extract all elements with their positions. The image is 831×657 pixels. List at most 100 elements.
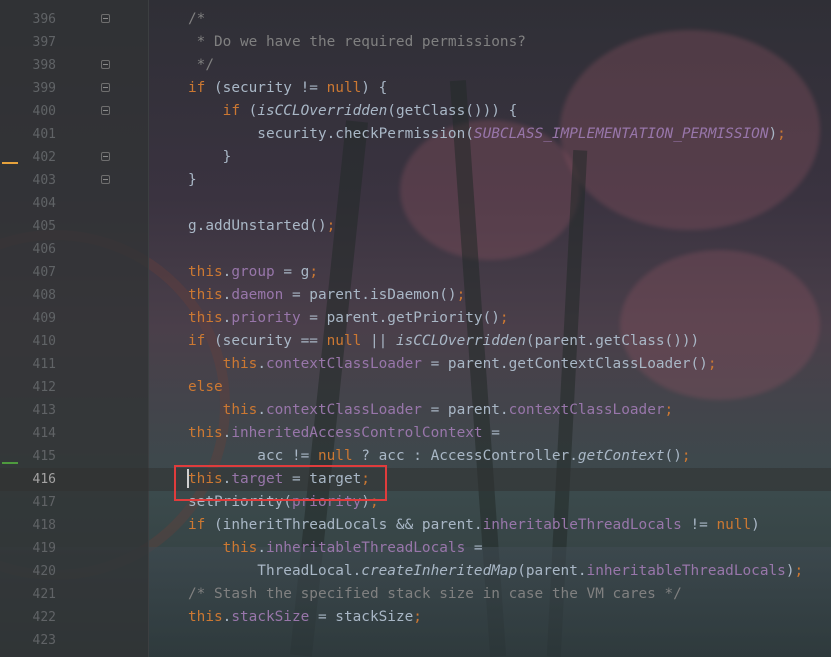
fold-toggle-icon[interactable] [101,152,110,161]
code-token: = parent.isDaemon() [283,287,457,303]
line-number[interactable]: 421 [0,583,56,606]
line-number[interactable]: 414 [0,422,56,445]
code-text[interactable]: this.stackSize = stackSize; [188,606,422,629]
fold-toggle-icon[interactable] [101,83,110,92]
code-text[interactable]: security.checkPermission(SUBCLASS_IMPLEM… [188,123,786,146]
code-token: getContext [577,448,665,464]
code-line[interactable]: 401 security.checkPermission(SUBCLASS_IM… [0,123,831,146]
code-line[interactable]: 421 /* Stash the specified stack size in … [0,583,831,606]
code-text[interactable]: /* [188,8,205,31]
code-token: inheritableThreadLocals [586,563,786,579]
code-token: /* [188,11,206,27]
code-text[interactable]: this.contextClassLoader = parent.context… [188,399,674,422]
code-token: SUBCLASS_IMPLEMENTATION_PERMISSION [473,126,769,142]
code-text[interactable]: * Do we have the required permissions? [188,31,526,54]
code-token: * Do we have the required permissions? [188,34,526,50]
code-line[interactable]: 416 this.target = target; [0,468,831,491]
code-line[interactable]: 400 if (isCCLOverridden(getClass())) { [0,100,831,123]
code-line[interactable]: 413 this.contextClassLoader = parent.con… [0,399,831,422]
code-text[interactable]: this.daemon = parent.isDaemon(); [188,284,465,307]
code-token: acc != [188,448,318,464]
code-text[interactable]: /* Stash the specified stack size in cas… [188,583,682,606]
code-text[interactable]: if (security == null || isCCLOverridden(… [188,330,699,353]
code-line[interactable]: 398 */ [0,54,831,77]
code-token: this [222,540,258,556]
code-line[interactable]: 409 this.priority = parent.getPriority(); [0,307,831,330]
line-number[interactable]: 397 [0,31,56,54]
code-line[interactable]: 408 this.daemon = parent.isDaemon(); [0,284,831,307]
code-line[interactable]: 412 else [0,376,831,399]
code-token: = [465,540,483,556]
code-line[interactable]: 397 * Do we have the required permission… [0,31,831,54]
line-number[interactable]: 400 [0,100,56,123]
fold-toggle-icon[interactable] [101,14,110,23]
code-line[interactable]: 396 /* [0,8,831,31]
line-number[interactable]: 404 [0,192,56,215]
code-line[interactable]: 410 if (security == null || isCCLOverridd… [0,330,831,353]
code-token: contextClassLoader [508,402,665,418]
fold-toggle-icon[interactable] [101,175,110,184]
line-number[interactable]: 415 [0,445,56,468]
code-text[interactable]: */ [188,54,214,77]
code-line[interactable]: 404 [0,192,831,215]
code-line[interactable]: 402 } [0,146,831,169]
code-token: */ [188,57,214,73]
line-number[interactable]: 402 [0,146,56,169]
code-text[interactable]: } [188,169,197,192]
line-number[interactable]: 405 [0,215,56,238]
code-editor[interactable]: 396 /* 397 * Do we have the required permi… [0,0,831,657]
change-marker [2,462,18,464]
line-number[interactable]: 409 [0,307,56,330]
code-token: = parent. [421,402,509,418]
line-number[interactable]: 399 [0,77,56,100]
code-text[interactable]: else [188,376,223,399]
code-token: = [482,425,500,441]
code-text[interactable]: this.group = g; [188,261,318,284]
line-number[interactable]: 423 [0,629,56,652]
line-number[interactable]: 417 [0,491,56,514]
code-text[interactable]: if (isCCLOverridden(getClass())) { [188,100,518,123]
code-line[interactable]: 417 setPriority(priority); [0,491,831,514]
line-number[interactable]: 408 [0,284,56,307]
line-number[interactable]: 419 [0,537,56,560]
line-number[interactable]: 401 [0,123,56,146]
code-text[interactable]: if (inheritThreadLocals && parent.inheri… [188,514,760,537]
code-text[interactable]: this.contextClassLoader = parent.getCont… [188,353,717,376]
line-number[interactable]: 406 [0,238,56,261]
line-number[interactable]: 411 [0,353,56,376]
code-line[interactable]: 405 g.addUnstarted(); [0,215,831,238]
fold-toggle-icon[interactable] [101,106,110,115]
line-number[interactable]: 407 [0,261,56,284]
code-line[interactable]: 403} [0,169,831,192]
code-text[interactable]: this.inheritableThreadLocals = [188,537,483,560]
line-number[interactable]: 416 [0,468,56,491]
line-number[interactable]: 410 [0,330,56,353]
code-line[interactable]: 399 if (security != null) { [0,77,831,100]
fold-toggle-icon[interactable] [101,60,110,69]
code-line[interactable]: 423 [0,629,831,652]
code-text[interactable]: this.inheritedAccessControlContext = [188,422,500,445]
code-text[interactable]: if (security != null) { [188,77,387,100]
code-line[interactable]: 415 acc != null ? acc : AccessController… [0,445,831,468]
code-text[interactable]: this.priority = parent.getPriority(); [188,307,509,330]
line-number[interactable]: 413 [0,399,56,422]
code-line[interactable]: 407 this.group = g; [0,261,831,284]
code-text[interactable]: ThreadLocal.createInheritedMap(parent.in… [188,560,803,583]
line-number[interactable]: 422 [0,606,56,629]
line-number[interactable]: 396 [0,8,56,31]
line-number[interactable]: 420 [0,560,56,583]
code-token: contextClassLoader [265,356,422,372]
code-line[interactable]: 414 this.inheritedAccessControlContext = [0,422,831,445]
code-line[interactable]: 422 this.stackSize = stackSize; [0,606,831,629]
code-line[interactable]: 406 [0,238,831,261]
code-line[interactable]: 411 this.contextClassLoader = parent.get… [0,353,831,376]
line-number[interactable]: 403 [0,169,56,192]
code-line[interactable]: 418 if (inheritThreadLocals && parent.inh… [0,514,831,537]
line-number[interactable]: 418 [0,514,56,537]
line-number[interactable]: 398 [0,54,56,77]
line-number[interactable]: 412 [0,376,56,399]
code-line[interactable]: 420 ThreadLocal.createInheritedMap(paren… [0,560,831,583]
code-line[interactable]: 419 this.inheritableThreadLocals = [0,537,831,560]
code-text[interactable]: g.addUnstarted(); [188,215,335,238]
code-text[interactable]: } [188,146,232,169]
